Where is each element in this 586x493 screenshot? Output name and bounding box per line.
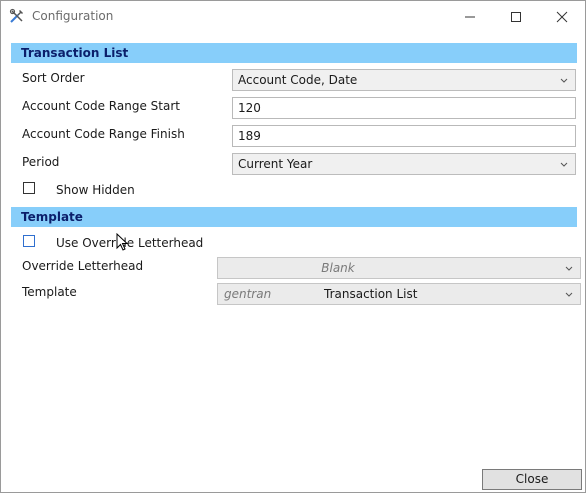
transaction-list-header: Transaction List [11, 43, 577, 63]
use-override-letterhead-checkbox[interactable] [23, 235, 35, 247]
show-hidden-checkbox[interactable] [23, 182, 35, 194]
override-letterhead-label: Override Letterhead [22, 259, 144, 273]
period-label: Period [22, 155, 60, 169]
template-select[interactable]: gentran Transaction List [217, 283, 581, 305]
override-letterhead-value: Blank [321, 261, 355, 275]
sort-order-select[interactable]: Account Code, Date [232, 69, 576, 91]
tools-icon [9, 8, 25, 24]
template-source: gentran [224, 287, 272, 301]
sort-order-label: Sort Order [22, 71, 85, 85]
range-start-input[interactable]: 120 [232, 97, 576, 119]
template-header: Template [11, 207, 577, 227]
minimize-icon [465, 16, 475, 18]
chevron-down-icon [560, 162, 568, 167]
close-window-button[interactable] [539, 1, 585, 32]
override-letterhead-select[interactable]: Blank [217, 257, 581, 279]
range-finish-label: Account Code Range Finish [22, 127, 185, 141]
range-finish-input[interactable]: 189 [232, 125, 576, 147]
chevron-down-icon [565, 292, 573, 297]
maximize-button[interactable] [493, 1, 539, 32]
chevron-down-icon [560, 78, 568, 83]
chevron-down-icon [565, 266, 573, 271]
title-bar[interactable]: Configuration [1, 1, 585, 32]
configuration-window: Configuration Transaction List Sort Orde… [0, 0, 586, 493]
template-value: Transaction List [324, 287, 418, 301]
minimize-button[interactable] [447, 1, 493, 32]
maximize-icon [511, 12, 521, 22]
period-select[interactable]: Current Year [232, 153, 576, 175]
template-label: Template [22, 285, 77, 299]
close-icon [556, 11, 568, 23]
window-title: Configuration [32, 9, 114, 23]
range-start-label: Account Code Range Start [22, 99, 180, 113]
period-value: Current Year [238, 157, 313, 171]
show-hidden-label: Show Hidden [56, 183, 135, 197]
mouse-cursor-icon [116, 233, 129, 251]
sort-order-value: Account Code, Date [238, 73, 358, 87]
close-button[interactable]: Close [482, 469, 582, 490]
